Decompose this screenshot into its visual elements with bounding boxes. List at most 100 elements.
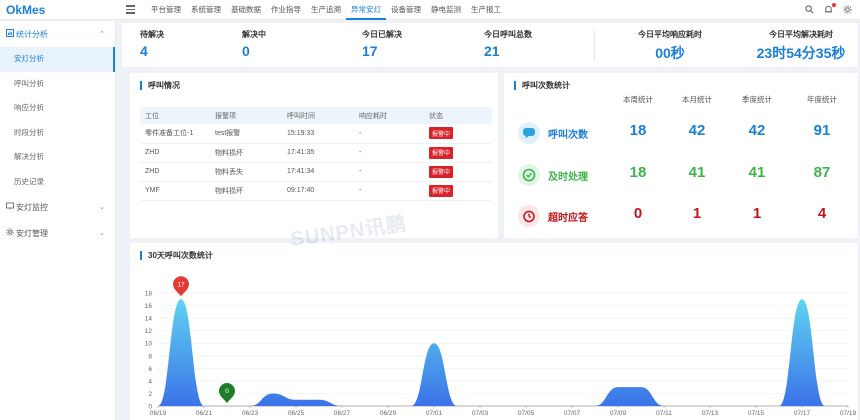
sidebar-item-period-analysis[interactable]: 时段分析 [0, 121, 115, 146]
cell-time: 17:41:34 [282, 162, 354, 182]
stat-label: 今日已解决 [362, 30, 402, 39]
x-tick-label: 06/25 [288, 410, 305, 417]
cell-item: test报警 [210, 124, 282, 144]
table-row[interactable]: ZHD 物料丢失 17:41:34 - 报警中 [140, 162, 492, 182]
sidebar-item-call-analysis[interactable]: 呼叫分析 [0, 72, 115, 97]
monitor-icon [6, 202, 16, 212]
status-badge: 报警中 [429, 165, 454, 178]
sidebar-group-statistics[interactable]: 统计分析 ⌃ [0, 21, 115, 47]
search-icon[interactable] [805, 4, 814, 16]
stats-value: 4 [817, 205, 827, 222]
alarm-icon [518, 205, 540, 227]
stats-row-calls: 呼叫次数 18 42 42 91 [518, 120, 858, 150]
stats-value: 1 [752, 205, 762, 222]
nav-item-trace[interactable]: 生产追溯 [306, 0, 346, 20]
settings-icon[interactable] [843, 4, 852, 16]
stat-label: 待解决 [140, 30, 164, 39]
y-tick-label: 18 [145, 291, 153, 298]
cell-status: 报警中 [424, 143, 492, 163]
column-header: 响应耗时 [354, 107, 424, 124]
stats-value: 42 [748, 122, 766, 139]
nav-item-system[interactable]: 系统管理 [186, 0, 226, 20]
menu-toggle-icon[interactable] [118, 5, 138, 14]
status-badge: 报警中 [429, 127, 454, 140]
stats-value: 1 [692, 205, 702, 222]
table-header-row: 工位 报警项 呼叫时间 响应耗时 状态 [140, 107, 492, 124]
stat-in-progress: 解决中 0 [242, 23, 362, 67]
x-tick-label: 06/19 [150, 410, 167, 417]
app-logo[interactable]: OkMes [0, 3, 118, 17]
y-tick-label: 16 [145, 303, 153, 310]
x-tick-label: 07/19 [840, 410, 857, 417]
x-tick-label: 07/05 [518, 410, 535, 417]
table-row[interactable]: 零件准备工位-1 test报警 15:19:33 - 报警中 [140, 124, 492, 144]
sidebar-group-label: 安灯监控 [16, 202, 48, 212]
nav-item-andon[interactable]: 异常安灯 [346, 0, 386, 20]
nav-item-report[interactable]: 生产报工 [466, 0, 506, 20]
y-tick-label: 12 [145, 328, 153, 335]
stat-resolved-today: 今日已解决 17 [362, 23, 484, 67]
x-tick-label: 07/11 [656, 410, 672, 417]
chevron-down-icon: ⌄ [99, 204, 105, 211]
column-header: 工位 [140, 107, 210, 124]
sidebar-item-solve-analysis[interactable]: 解决分析 [0, 145, 115, 170]
sidebar-group-manage[interactable]: 安灯管理 ⌄ [0, 220, 115, 246]
nav-item-platform[interactable]: 平台管理 [146, 0, 186, 20]
column-header: 本周统计 [623, 95, 653, 104]
gear-icon [6, 228, 16, 238]
call-status-panel: 呼叫情况 工位 报警项 呼叫时间 响应耗时 状态 零件准备工位-1 test报警… [130, 73, 498, 238]
stat-value: 4 [140, 43, 148, 59]
clock-check-icon [518, 164, 540, 186]
cell-time: 17:41:35 [282, 143, 354, 163]
sidebar-group-label: 统计分析 [16, 29, 48, 39]
stats-value: 0 [633, 205, 643, 222]
notification-dot [832, 2, 836, 7]
min-marker: 0 [219, 383, 235, 403]
cell-response: - [354, 162, 424, 182]
nav-item-esd[interactable]: 静电监测 [426, 0, 466, 20]
x-tick-label: 07/13 [702, 410, 719, 417]
x-tick-label: 06/27 [334, 410, 351, 417]
y-tick-label: 4 [148, 378, 152, 385]
status-badge: 报警中 [429, 146, 454, 159]
cell-response: - [354, 124, 424, 144]
column-header: 本月统计 [682, 95, 712, 104]
y-tick-label: 10 [145, 341, 153, 348]
sidebar-item-response-analysis[interactable]: 响应分析 [0, 96, 115, 121]
nav-item-base-data[interactable]: 基础数据 [226, 0, 266, 20]
y-tick-label: 14 [145, 316, 153, 323]
stats-value: 91 [813, 122, 831, 139]
y-tick-label: 6 [148, 366, 152, 373]
stats-value: 18 [629, 122, 647, 139]
cell-station: 零件准备工位-1 [140, 124, 210, 144]
nav-item-work-guide[interactable]: 作业指导 [266, 0, 306, 20]
cell-status: 报警中 [424, 181, 492, 201]
stats-row-label: 及时处理 [548, 172, 588, 183]
column-header: 呼叫时间 [282, 107, 354, 124]
x-tick-label: 06/23 [242, 410, 259, 417]
stat-calls-today: 今日呼叫总数 21 [484, 23, 594, 67]
sidebar-group-monitor[interactable]: 安灯监控 ⌄ [0, 194, 115, 220]
chart-icon [6, 29, 16, 39]
call-trend-chart: 0 2 4 6 8 10 12 14 16 18 06/19 06/21 06/23 06/25 06/27… [145, 276, 857, 417]
cell-status: 报警中 [424, 124, 492, 144]
chevron-up-icon: ⌃ [99, 31, 105, 38]
x-tick-label: 06/21 [196, 410, 213, 417]
stat-value: 23时54分35秒 [756, 45, 846, 61]
panel-title: 呼叫次数统计 [514, 81, 570, 90]
sidebar-item-history[interactable]: 历史记录 [0, 170, 115, 195]
stats-value: 42 [688, 122, 706, 139]
sidebar-group-label: 安灯管理 [16, 228, 48, 238]
table-row[interactable]: ZHD 物料损坏 17:41:35 - 报警中 [140, 143, 492, 163]
bell-icon[interactable] [824, 2, 836, 16]
call-table: 工位 报警项 呼叫时间 响应耗时 状态 零件准备工位-1 test报警 15:1… [140, 107, 492, 201]
table-row[interactable]: YMF 物料损坏 09:17:40 - 报警中 [140, 181, 492, 201]
top-bar: OkMes 平台管理 系统管理 基础数据 作业指导 生产追溯 异常安灯 设备管理… [0, 0, 860, 20]
stat-value: 00秒 [655, 45, 685, 61]
nav-item-equipment[interactable]: 设备管理 [386, 0, 426, 20]
stat-avg-resolve: 今日平均解决耗时 23时54分35秒 [745, 23, 857, 67]
cell-station: YMF [140, 181, 210, 201]
cell-item: 物料损坏 [210, 143, 282, 163]
sidebar-item-andon-analysis[interactable]: 安灯分析 [0, 47, 115, 72]
stats-row-timely: 及时处理 18 41 41 87 [518, 162, 858, 192]
